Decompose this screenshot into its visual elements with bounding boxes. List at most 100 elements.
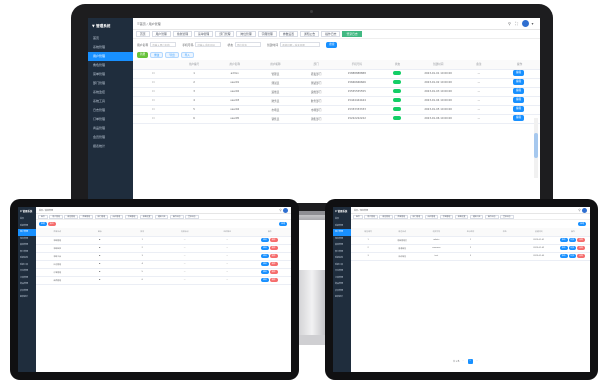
status-toggle[interactable] — [393, 71, 402, 75]
row-delete-button[interactable]: 删除 — [577, 253, 586, 258]
next-page-button[interactable]: › — [475, 359, 480, 364]
row-perm-button[interactable]: 权限 — [568, 245, 577, 250]
tag-item[interactable]: 岗位管理 — [236, 31, 256, 37]
avatar[interactable] — [283, 207, 288, 213]
sidebar-item[interactable]: 报表统计 — [18, 294, 36, 301]
row-delete-button[interactable]: 删除 — [269, 269, 278, 274]
tag-item[interactable]: 操作日志 — [321, 31, 341, 37]
status-toggle[interactable] — [393, 116, 402, 120]
tag-item[interactable]: 通知公告 — [300, 31, 320, 37]
sidebar-item[interactable]: 报表统计 — [88, 142, 133, 151]
tag-item[interactable]: 字典管理 — [439, 214, 454, 219]
checkbox-cell[interactable]: ☐ — [133, 114, 174, 124]
expand-button[interactable]: 展开 — [47, 222, 56, 226]
row-delete-button[interactable]: 删除 — [269, 245, 278, 250]
tag-item[interactable]: 角色管理 — [64, 214, 78, 219]
tag-item[interactable]: 用户管理 — [49, 214, 63, 219]
row-edit-button[interactable]: 编辑 — [513, 115, 525, 121]
tag-item[interactable]: 登录日志 — [500, 214, 514, 219]
row-edit-button[interactable]: 编辑 — [513, 97, 525, 103]
status-toggle[interactable] — [393, 107, 402, 111]
row-edit-button[interactable]: 编辑 — [513, 79, 525, 85]
sidebar-item[interactable]: 商品管理 — [88, 124, 133, 133]
row-edit-button[interactable]: 编辑 — [513, 106, 525, 112]
tag-item[interactable]: 菜单管理 — [194, 31, 214, 37]
row-delete-button[interactable]: 删除 — [577, 245, 586, 250]
row-edit-button[interactable]: 修改 — [260, 277, 269, 282]
tag-item[interactable]: 通知公告 — [469, 214, 484, 219]
fullscreen-icon[interactable]: ⛶ — [513, 21, 520, 26]
sidebar-item[interactable]: 角色管理 — [88, 61, 133, 70]
tag-item[interactable]: 通知公告 — [154, 214, 169, 219]
tag-item[interactable]: 参数设置 — [454, 214, 469, 219]
sidebar-item[interactable]: 日志管理 — [88, 106, 133, 115]
tag-item[interactable]: 登录日志 — [185, 214, 199, 219]
checkbox-cell[interactable]: ☐ — [133, 87, 174, 97]
row-edit-button[interactable]: 修改 — [559, 245, 568, 250]
avatar[interactable] — [522, 20, 529, 27]
sidebar-item[interactable]: 菜单管理 — [88, 70, 133, 79]
tag-item[interactable]: 用户管理 — [151, 31, 171, 37]
checkbox-cell[interactable]: ☐ — [133, 78, 174, 88]
tag-item[interactable]: 角色管理 — [172, 31, 193, 37]
row-edit-button[interactable]: 修改 — [260, 269, 269, 274]
chevron-down-icon[interactable]: ▾ — [529, 21, 536, 26]
sidebar-item[interactable]: 系统监控 — [88, 88, 133, 97]
avatar[interactable] — [582, 207, 587, 213]
tag-item[interactable]: 首页 — [353, 214, 363, 219]
row-delete-button[interactable]: 删除 — [269, 253, 278, 258]
status-select[interactable]: 用户状态 — [235, 42, 262, 47]
edit-button[interactable]: 修改 — [150, 52, 164, 58]
sidebar-item[interactable]: 部门管理 — [88, 79, 133, 88]
tag-item[interactable]: 操作日志 — [169, 214, 184, 219]
tag-item[interactable]: 岗位管理 — [109, 214, 124, 219]
tag-item[interactable]: 用户管理 — [364, 214, 378, 219]
row-delete-button[interactable]: 删除 — [269, 277, 278, 282]
page-button[interactable]: 1 — [467, 359, 473, 364]
sidebar-item[interactable]: 订单管理 — [88, 115, 133, 124]
date-range-input[interactable]: 开始日期 - 结束日期 — [280, 42, 321, 47]
row-delete-button[interactable]: 删除 — [269, 261, 278, 266]
checkbox-cell[interactable]: ☐ — [133, 69, 174, 79]
phone-input[interactable]: 请输入手机号码 — [195, 42, 222, 47]
sidebar-item[interactable]: 系统工具 — [88, 97, 133, 106]
import-button[interactable]: 导入 — [180, 52, 194, 58]
row-edit-button[interactable]: 修改 — [559, 253, 568, 258]
row-edit-button[interactable]: 修改 — [260, 253, 269, 258]
row-edit-button[interactable]: 修改 — [260, 261, 269, 266]
row-edit-button[interactable]: 编辑 — [513, 88, 525, 94]
row-delete-button[interactable]: 删除 — [577, 237, 586, 242]
tag-item[interactable]: 字典管理 — [257, 31, 277, 37]
tag-item[interactable]: 部门管理 — [94, 214, 109, 219]
search-icon[interactable]: ⚲ — [506, 21, 513, 26]
row-edit-button[interactable]: 编辑 — [513, 70, 525, 76]
tag-item[interactable]: 岗位管理 — [424, 214, 439, 219]
tag-item[interactable]: 操作日志 — [484, 214, 499, 219]
add-button[interactable]: 新增 — [39, 222, 47, 226]
tag-item[interactable]: 角色管理 — [379, 214, 393, 219]
sidebar-item[interactable]: 首页 — [88, 34, 133, 43]
tag-item[interactable]: 登录日志 — [342, 31, 362, 37]
status-toggle[interactable] — [393, 89, 402, 93]
sidebar-item[interactable]: 报表统计 — [333, 294, 351, 301]
sidebar-item[interactable]: 用户管理 — [88, 52, 133, 61]
tag-item[interactable]: 首页 — [136, 31, 150, 37]
tag-item[interactable]: 首页 — [38, 214, 48, 219]
add-button[interactable]: 新增 — [137, 52, 149, 58]
tag-item[interactable]: 字典管理 — [124, 214, 139, 219]
new-button[interactable]: 新增 — [279, 222, 287, 226]
row-edit-button[interactable]: 修改 — [260, 237, 269, 242]
sidebar-item[interactable]: 会员管理 — [88, 133, 133, 142]
username-input[interactable]: 请输入用户名称 — [150, 42, 177, 47]
tag-item[interactable]: 菜单管理 — [394, 214, 409, 219]
checkbox-cell[interactable]: ☐ — [133, 96, 174, 106]
row-delete-button[interactable]: 删除 — [269, 237, 278, 242]
add-button[interactable]: 新增 — [578, 222, 586, 226]
row-perm-button[interactable]: 权限 — [568, 253, 577, 258]
checkbox-cell[interactable]: ☐ — [133, 105, 174, 115]
tag-item[interactable]: 参数设置 — [139, 214, 154, 219]
search-button[interactable]: 搜索 — [326, 41, 338, 48]
status-toggle[interactable] — [393, 98, 402, 102]
prev-page-button[interactable]: ‹ — [461, 359, 466, 364]
tag-item[interactable]: 参数设置 — [278, 31, 299, 37]
